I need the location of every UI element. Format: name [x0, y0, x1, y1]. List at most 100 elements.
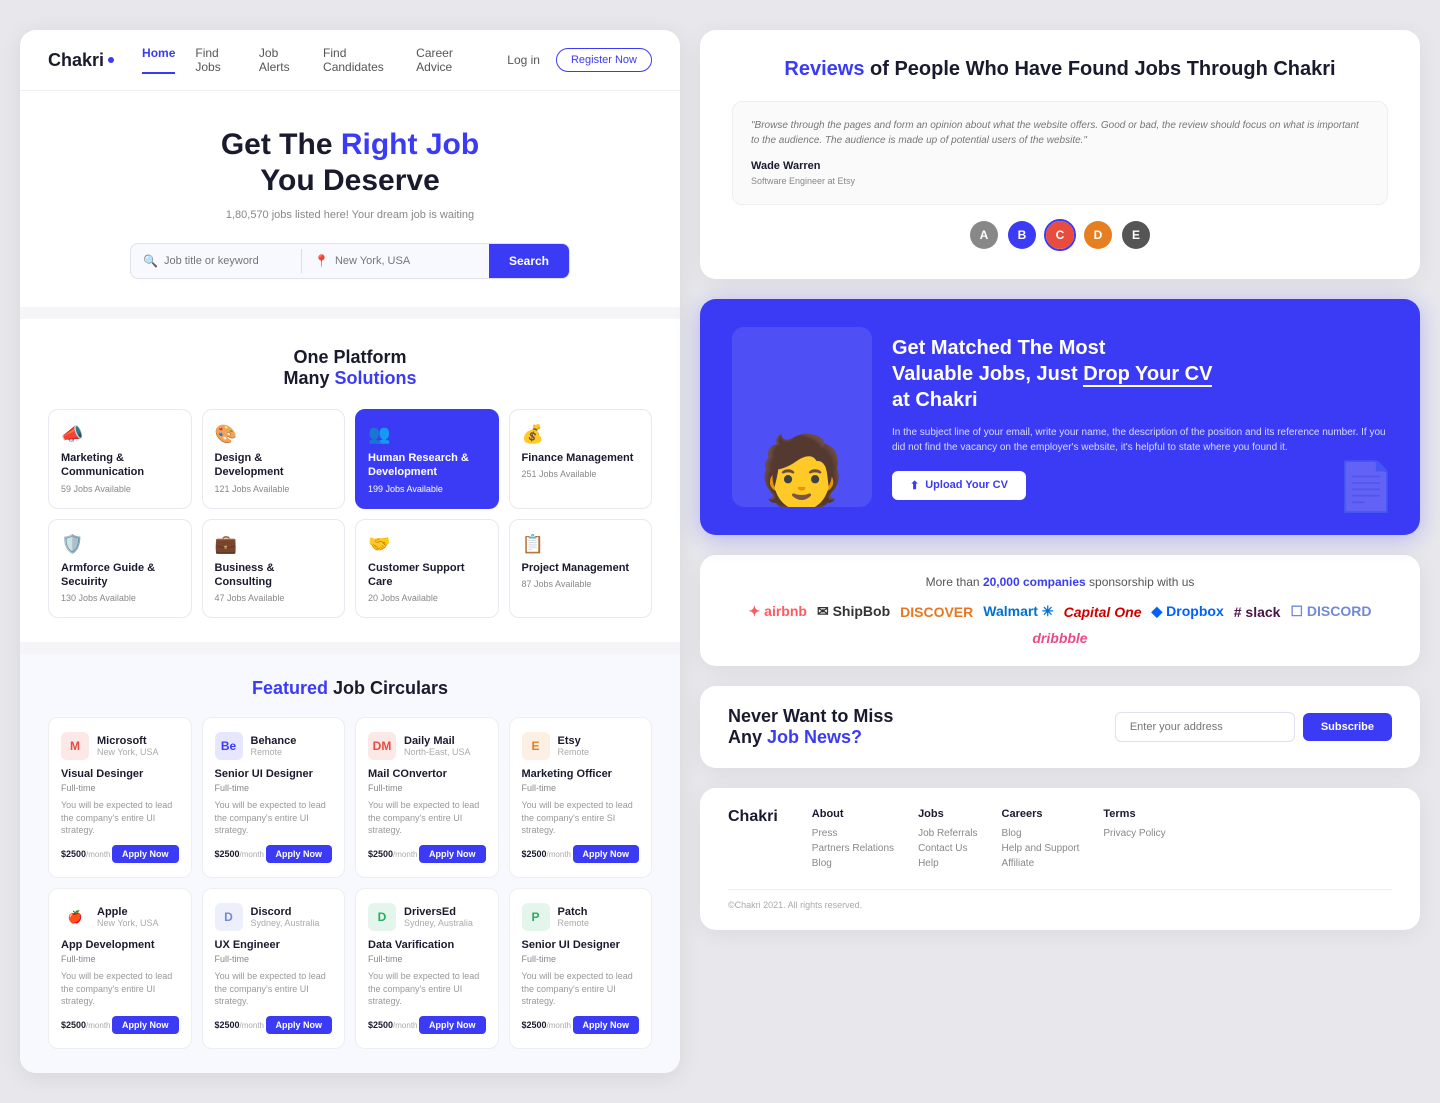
apply-button[interactable]: Apply Now [266, 1016, 333, 1034]
reviewer-name: Wade Warren [751, 158, 1369, 175]
job-type: Full-time [368, 783, 486, 793]
footer-link[interactable]: Blog [1002, 828, 1080, 839]
category-card[interactable]: 💼 Business & Consulting 47 Jobs Availabl… [202, 519, 346, 619]
company-discord: ☐ DISCORD [1290, 603, 1371, 620]
footer-link[interactable]: Job Referrals [918, 828, 977, 839]
newsletter-input[interactable] [1115, 712, 1295, 742]
category-card[interactable]: 🤝 Customer Support Care 20 Jobs Availabl… [355, 519, 499, 619]
company-info: Patch Remote [558, 906, 590, 928]
job-type: Full-time [522, 954, 640, 964]
cv-person-image: 🧑 [732, 327, 872, 507]
footer-cols: AboutPressPartners RelationsBlogJobsJob … [812, 808, 1392, 873]
apply-button[interactable]: Apply Now [266, 845, 333, 863]
reviewer-role: Software Engineer at Etsy [751, 175, 1369, 189]
company-logo: DM [368, 732, 396, 760]
nav-find-candidates[interactable]: Find Candidates [323, 46, 396, 74]
company-logo: 🍎 [61, 903, 89, 931]
avatar-circle[interactable]: C [1044, 219, 1076, 251]
search-button[interactable]: Search [489, 244, 569, 278]
companies-logos: ✦ airbnb ✉ ShipBob DISCOVER Walmart ✳ Ca… [728, 603, 1392, 646]
company-slack: # slack [1234, 604, 1281, 620]
category-jobs: 87 Jobs Available [522, 579, 640, 589]
company-info: Behance Remote [251, 735, 297, 757]
reviews-title: Reviews of People Who Have Found Jobs Th… [732, 58, 1388, 81]
register-button[interactable]: Register Now [556, 48, 652, 72]
job-footer: $2500/month Apply Now [61, 1016, 179, 1034]
upload-cv-button[interactable]: ⬆ Upload Your CV [892, 471, 1026, 500]
company-airbnb: ✦ airbnb [749, 603, 807, 620]
category-card[interactable]: 💰 Finance Management 251 Jobs Available [509, 409, 653, 509]
reviewer-avatars: ABCDE [732, 219, 1388, 251]
footer-link[interactable]: Blog [812, 858, 894, 869]
apply-button[interactable]: Apply Now [112, 845, 179, 863]
company-location: Remote [251, 747, 297, 757]
job-title: Data Varification [368, 939, 486, 951]
search-input[interactable] [164, 255, 289, 267]
category-card[interactable]: 👥 Human Research & Development 199 Jobs … [355, 409, 499, 509]
company-dribbble: dribbble [1032, 630, 1087, 646]
category-name: Armforce Guide & Secuirity [61, 561, 179, 590]
footer-column: JobsJob ReferralsContact UsHelp [918, 808, 977, 873]
location-input[interactable] [335, 255, 477, 267]
apply-button[interactable]: Apply Now [112, 1016, 179, 1034]
nav-job-alerts[interactable]: Job Alerts [259, 46, 303, 74]
avatar-circle[interactable]: B [1006, 219, 1038, 251]
company-walmart: Walmart ✳ [983, 603, 1053, 620]
job-footer: $2500/month Apply Now [522, 845, 640, 863]
category-card[interactable]: 🎨 Design & Development 121 Jobs Availabl… [202, 409, 346, 509]
footer-link[interactable]: Press [812, 828, 894, 839]
apply-button[interactable]: Apply Now [419, 1016, 486, 1034]
avatar-circle[interactable]: D [1082, 219, 1114, 251]
job-title: Marketing Officer [522, 768, 640, 780]
company-logo: P [522, 903, 550, 931]
nav-career-advice[interactable]: Career Advice [416, 46, 479, 74]
jobs-grid-row2: 🍎 Apple New York, USA App Development Fu… [48, 888, 652, 1049]
footer-link[interactable]: Privacy Policy [1103, 828, 1165, 839]
company-logo: D [368, 903, 396, 931]
category-name: Marketing & Communication [61, 451, 179, 480]
category-name: Business & Consulting [215, 561, 333, 590]
job-salary: $2500/month [522, 849, 572, 859]
subscribe-button[interactable]: Subscribe [1303, 713, 1392, 741]
job-company-row: Be Behance Remote [215, 732, 333, 760]
job-card: D DriversEd Sydney, Australia Data Varif… [355, 888, 499, 1049]
job-footer: $2500/month Apply Now [61, 845, 179, 863]
footer-link[interactable]: Help [918, 858, 977, 869]
apply-button[interactable]: Apply Now [419, 845, 486, 863]
category-card[interactable]: 📣 Marketing & Communication 59 Jobs Avai… [48, 409, 192, 509]
footer-link[interactable]: Help and Support [1002, 843, 1080, 854]
footer-link[interactable]: Partners Relations [812, 843, 894, 854]
job-company-row: P Patch Remote [522, 903, 640, 931]
avatar-circle[interactable]: A [968, 219, 1000, 251]
job-card: E Etsy Remote Marketing Officer Full-tim… [509, 717, 653, 878]
left-panel: Chakri Home Find Jobs Job Alerts Find Ca… [20, 30, 680, 1073]
footer-link[interactable]: Contact Us [918, 843, 977, 854]
job-card: 🍎 Apple New York, USA App Development Fu… [48, 888, 192, 1049]
job-description: You will be expected to lead the company… [61, 970, 179, 1008]
category-icon: 💰 [522, 424, 640, 445]
nav-home[interactable]: Home [142, 46, 175, 74]
nav-find-jobs[interactable]: Find Jobs [195, 46, 239, 74]
job-type: Full-time [61, 954, 179, 964]
newsletter-form: Subscribe [1115, 712, 1392, 742]
job-company-row: DM Daily Mail North-East, USA [368, 732, 486, 760]
company-name: Microsoft [97, 735, 159, 747]
apply-button[interactable]: Apply Now [573, 1016, 640, 1034]
company-info: DriversEd Sydney, Australia [404, 906, 473, 928]
cv-description: In the subject line of your email, write… [892, 425, 1388, 455]
company-logo: M [61, 732, 89, 760]
company-info: Discord Sydney, Australia [251, 906, 320, 928]
avatar-circle[interactable]: E [1120, 219, 1152, 251]
nav-right: Log in Register Now [507, 48, 652, 72]
company-name: Apple [97, 906, 159, 918]
category-card[interactable]: 📋 Project Management 87 Jobs Available [509, 519, 653, 619]
company-info: Daily Mail North-East, USA [404, 735, 471, 757]
login-link[interactable]: Log in [507, 53, 540, 67]
footer-column: AboutPressPartners RelationsBlog [812, 808, 894, 873]
logo: Chakri [48, 50, 114, 71]
category-jobs: 121 Jobs Available [215, 484, 333, 494]
category-card[interactable]: 🛡️ Armforce Guide & Secuirity 130 Jobs A… [48, 519, 192, 619]
apply-button[interactable]: Apply Now [573, 845, 640, 863]
hero-section: Get The Right Job You Deserve 1,80,570 j… [20, 91, 680, 307]
footer-link[interactable]: Affiliate [1002, 858, 1080, 869]
